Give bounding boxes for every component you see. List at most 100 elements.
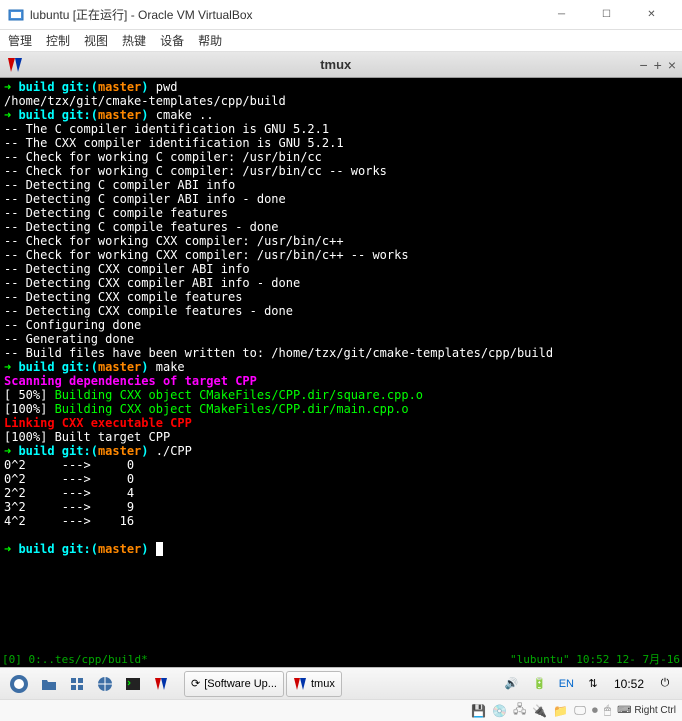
tmux-maximize-icon[interactable]: + [654, 57, 662, 73]
terminal-icon [125, 676, 141, 692]
tmux-minimize-icon[interactable]: − [639, 57, 647, 73]
usb-icon[interactable]: 🔌 [532, 704, 547, 718]
volume-icon[interactable]: 🔊 [499, 671, 525, 697]
build-pct: [100%] [4, 402, 55, 416]
taskbar-clock[interactable]: 10:52 [608, 677, 650, 691]
cmake-line: -- Detecting CXX compiler ABI info [4, 262, 250, 276]
window-controls: ─ ☐ ✕ [539, 1, 674, 29]
vbox-icon [8, 7, 24, 23]
vbox-titlebar: lubuntu [正在运行] - Oracle VM VirtualBox ─ … [0, 0, 682, 30]
pwd-output: /home/tzx/git/cmake-templates/cpp/build [4, 94, 286, 108]
mouse-integration-icon[interactable]: 🖱 [604, 703, 611, 718]
browser-button[interactable] [92, 671, 118, 697]
virtualbox-window: lubuntu [正在运行] - Oracle VM VirtualBox ─ … [0, 0, 682, 721]
menu-control[interactable]: 控制 [46, 32, 70, 49]
keyboard-layout-indicator[interactable]: EN [555, 678, 578, 690]
build-pct: [ 50%] [4, 388, 55, 402]
battery-icon[interactable]: 🔋 [527, 671, 553, 697]
terminal-launcher[interactable] [120, 671, 146, 697]
prompt-arrow: ➜ [4, 108, 18, 122]
prompt-close: ) [141, 80, 148, 94]
start-menu-button[interactable] [4, 671, 34, 697]
menu-manage[interactable]: 管理 [8, 32, 32, 49]
vbox-statusbar: 💾 💿 🖧 🔌 📁 🖵 ⏺ 🖱 ⌨ Right Ctrl [0, 699, 682, 721]
cmd-make: make [149, 360, 185, 374]
prog-output: 0^2 ---> 0 [4, 458, 134, 472]
cmake-line: -- Check for working CXX compiler: /usr/… [4, 234, 344, 248]
show-desktop-button[interactable] [64, 671, 90, 697]
prompt-close: ) [141, 542, 155, 556]
cmake-line: -- Detecting CXX compiler ABI info - don… [4, 276, 300, 290]
file-manager-button[interactable] [36, 671, 62, 697]
app-launcher[interactable] [148, 671, 174, 697]
menu-devices[interactable]: 设备 [160, 32, 184, 49]
recording-icon[interactable]: ⏺ [592, 703, 598, 718]
cmake-line: -- Build files have been written to: /ho… [4, 346, 553, 360]
tmux-close-icon[interactable]: × [668, 57, 676, 73]
globe-icon [97, 676, 113, 692]
cmake-line: -- The CXX compiler identification is GN… [4, 136, 344, 150]
folder-icon [41, 676, 57, 692]
prompt-dir: build [18, 80, 54, 94]
prompt-git: git:( [55, 108, 98, 122]
tmux-title: tmux [32, 57, 639, 72]
cmake-line: -- Detecting CXX compile features [4, 290, 242, 304]
menu-hotkey[interactable]: 热键 [122, 32, 146, 49]
x-app-icon [153, 676, 169, 692]
terminal-content[interactable]: ➜ build git:(master) pwd /home/tzx/git/c… [0, 78, 682, 651]
menu-help[interactable]: 帮助 [198, 32, 222, 49]
tmux-status-left: [0] 0:..tes/cpp/build* [2, 653, 148, 666]
cmake-line: -- The C compiler identification is GNU … [4, 122, 329, 136]
maximize-button[interactable]: ☐ [584, 1, 629, 29]
prompt-close: ) [141, 444, 148, 458]
shared-folder-icon[interactable]: 📁 [553, 704, 568, 718]
prompt-git: git:( [55, 444, 98, 458]
cmake-line: -- Check for working C compiler: /usr/bi… [4, 164, 387, 178]
prompt-arrow: ➜ [4, 80, 18, 94]
prompt-branch: master [98, 360, 141, 374]
build-line: Building CXX object CMakeFiles/CPP.dir/s… [55, 388, 423, 402]
tmux-statusbar: [0] 0:..tes/cpp/build* "lubuntu" 10:52 1… [0, 651, 682, 667]
cmake-line: -- Detecting C compiler ABI info [4, 178, 235, 192]
cmake-line: -- Configuring done [4, 318, 141, 332]
optical-icon[interactable]: 💿 [492, 704, 507, 718]
build-line: Building CXX object CMakeFiles/CPP.dir/m… [55, 402, 409, 416]
prompt-dir: build [18, 542, 54, 556]
menu-view[interactable]: 视图 [84, 32, 108, 49]
cmd-run: ./CPP [149, 444, 192, 458]
prompt-close: ) [141, 360, 148, 374]
task-label: tmux [311, 678, 335, 690]
prompt-dir: build [18, 444, 54, 458]
hdd-icon[interactable]: 💾 [471, 704, 486, 718]
cmake-line: -- Detecting C compile features - done [4, 220, 279, 234]
prog-output: 4^2 ---> 16 [4, 514, 134, 528]
logout-icon[interactable]: ⏻ [652, 671, 678, 697]
close-button[interactable]: ✕ [629, 1, 674, 29]
cmd-cmake: cmake .. [149, 108, 214, 122]
built-line: [100%] Built target CPP [4, 430, 170, 444]
prog-output: 3^2 ---> 9 [4, 500, 134, 514]
cmake-line: -- Check for working CXX compiler: /usr/… [4, 248, 409, 262]
display-icon[interactable]: 🖵 [574, 703, 586, 718]
tmux-window-controls: − + × [639, 57, 676, 73]
prompt-git: git:( [55, 360, 98, 374]
prompt-branch: master [98, 444, 141, 458]
prompt-arrow: ➜ [4, 444, 18, 458]
tmux-window-titlebar[interactable]: tmux − + × [0, 52, 682, 78]
network-status-icon[interactable]: 🖧 [513, 700, 526, 721]
network-icon[interactable]: ⇅ [580, 671, 606, 697]
taskbar-item-tmux[interactable]: tmux [286, 671, 342, 697]
link-line: Linking CXX executable CPP [4, 416, 192, 430]
taskbar-item-software-updater[interactable]: ⟳ [Software Up... [184, 671, 284, 697]
prompt-branch: master [98, 542, 141, 556]
prompt-git: git:( [55, 80, 98, 94]
minimize-button[interactable]: ─ [539, 1, 584, 29]
prog-output: 2^2 ---> 4 [4, 486, 134, 500]
vbox-title: lubuntu [正在运行] - Oracle VM VirtualBox [30, 6, 539, 23]
x-app-icon [293, 677, 307, 691]
cmd-pwd: pwd [149, 80, 178, 94]
lubuntu-logo-icon [9, 674, 29, 694]
prog-output: 0^2 ---> 0 [4, 472, 134, 486]
vbox-menubar: 管理 控制 视图 热键 设备 帮助 [0, 30, 682, 52]
cmake-line: -- Generating done [4, 332, 134, 346]
